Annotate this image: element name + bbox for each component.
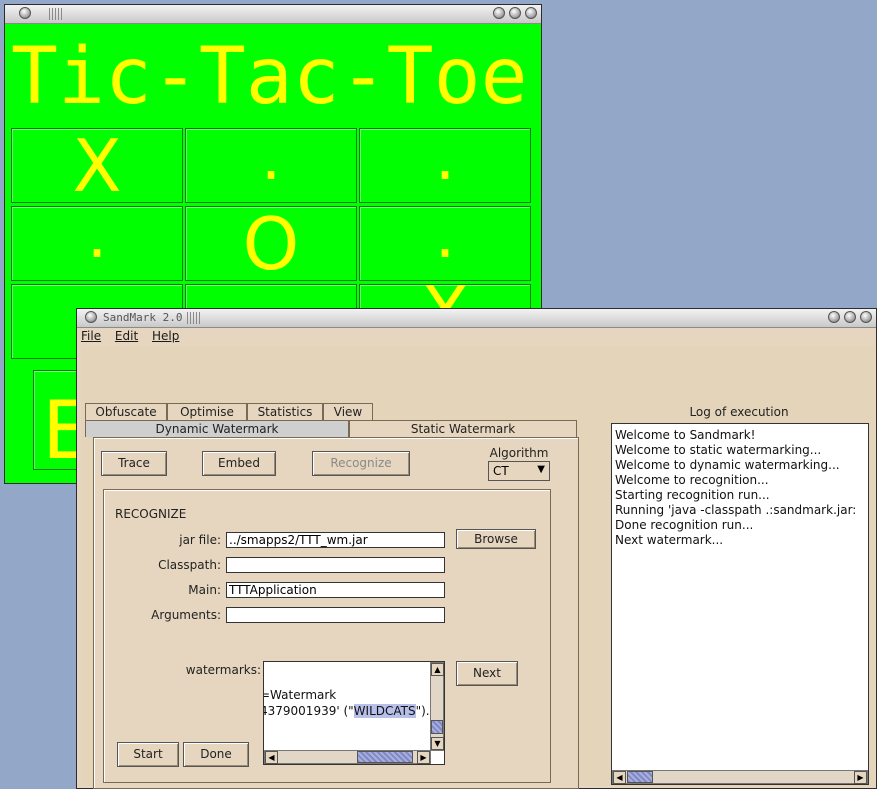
tab-obfuscate[interactable]: Obfuscate <box>85 403 167 420</box>
close-icon[interactable] <box>860 311 872 323</box>
watermarks-textarea[interactable]: =Watermark 4379001939' ("WILDCATS"). ▲ ▼… <box>263 661 445 765</box>
chevron-down-icon: ▼ <box>537 464 545 475</box>
arguments-label: Arguments: <box>151 608 221 622</box>
watermark-highlight: WILDCATS <box>353 704 416 718</box>
drag-grip-icon[interactable] <box>49 8 63 20</box>
maximize-icon[interactable] <box>509 7 521 19</box>
log-line: Welcome to recognition... <box>615 473 769 487</box>
watermarks-label: watermarks: <box>185 663 261 677</box>
log-lines: Welcome to Sandmark! Welcome to static wa… <box>615 428 855 548</box>
watermark-line-2: 4379001939' ("WILDCATS"). <box>263 704 430 719</box>
drag-grip-icon[interactable] <box>187 312 201 324</box>
arguments-field[interactable] <box>226 607 445 623</box>
log-hscroll-thumb[interactable] <box>627 771 653 783</box>
classpath-label: Classpath: <box>158 558 221 572</box>
board-cell-4[interactable]: . <box>11 206 183 281</box>
jar-file-label: jar file: <box>179 533 221 547</box>
recognize-section-title: RECOGNIZE <box>115 507 187 521</box>
log-title: Log of execution <box>689 405 789 419</box>
window-menu-icon[interactable] <box>85 311 97 323</box>
log-line: Welcome to Sandmark! <box>615 428 756 442</box>
maximize-icon[interactable] <box>844 311 856 323</box>
sandmark-window: SandMark 2.0 File Edit Help Obfuscate Op… <box>76 308 877 789</box>
tab-optimise[interactable]: Optimise <box>167 403 247 420</box>
tab-statistics[interactable]: Statistics <box>247 403 323 420</box>
tab-static-watermark[interactable]: Static Watermark <box>349 420 577 437</box>
classpath-field[interactable] <box>226 557 445 573</box>
browse-button[interactable]: Browse <box>456 529 536 549</box>
main-label: Main: <box>188 583 221 597</box>
algorithm-dropdown[interactable]: CT ▼ <box>488 461 550 481</box>
minimize-icon[interactable] <box>493 7 505 19</box>
minimize-icon[interactable] <box>828 311 840 323</box>
log-line: Starting recognition run... <box>615 488 770 502</box>
tab-view[interactable]: View <box>323 403 373 420</box>
log-line: Welcome to static watermarking... <box>615 443 822 457</box>
game-heading: Tic-Tac-Toe <box>11 32 528 122</box>
watermark-line-1: =Watermark <box>263 688 337 702</box>
window-menu-icon[interactable] <box>19 7 31 19</box>
scroll-up-icon[interactable]: ▲ <box>431 663 444 676</box>
algorithm-label: Algorithm <box>489 446 549 460</box>
embed-button[interactable]: Embed <box>202 451 276 476</box>
log-hscrollbar[interactable]: ◀ ▶ <box>612 770 868 784</box>
scroll-down-icon[interactable]: ▼ <box>431 737 444 750</box>
board-cell-3[interactable]: . <box>359 128 531 203</box>
scroll-left-icon[interactable]: ◀ <box>613 771 626 784</box>
watermark-value-text: 4379001939' (" <box>263 704 354 718</box>
algorithm-value: CT <box>493 464 509 478</box>
menu-bar: File Edit Help <box>81 329 189 347</box>
recognize-button[interactable]: Recognize <box>312 451 410 476</box>
log-line: Done recognition run... <box>615 518 754 532</box>
done-button[interactable]: Done <box>183 742 249 767</box>
main-field[interactable]: TTTApplication <box>226 582 445 598</box>
watermarks-hscrollbar[interactable]: ◀ ▶ <box>264 750 431 764</box>
watermarks-hscroll-thumb[interactable] <box>357 751 413 763</box>
tictactoe-titlebar[interactable] <box>5 5 541 24</box>
next-button[interactable]: Next <box>456 661 518 686</box>
board-cell-6[interactable]: . <box>359 206 531 281</box>
sandmark-title: SandMark 2.0 <box>103 311 183 324</box>
tab-dynamic-watermark[interactable]: Dynamic Watermark <box>85 420 349 437</box>
watermarks-vscrollbar[interactable]: ▲ ▼ <box>430 662 444 751</box>
jar-file-field[interactable]: ../smapps2/TTT_wm.jar <box>226 532 445 548</box>
log-line: Next watermark... <box>615 533 724 547</box>
trace-button[interactable]: Trace <box>101 451 167 476</box>
main-panel: Obfuscate Optimise Statistics View Dynam… <box>81 347 874 789</box>
log-line: Welcome to dynamic watermarking... <box>615 458 840 472</box>
board-cell-5[interactable]: O <box>185 206 357 281</box>
start-button[interactable]: Start <box>117 742 179 767</box>
log-panel[interactable]: Welcome to Sandmark! Welcome to static wa… <box>611 423 869 785</box>
scroll-left-icon[interactable]: ◀ <box>265 751 278 764</box>
log-line: Running 'java -classpath .:sandmark.jar:… <box>615 503 855 517</box>
menu-help[interactable]: Help <box>152 329 179 343</box>
sandmark-titlebar[interactable]: SandMark 2.0 <box>77 309 876 328</box>
watermarks-vscroll-thumb[interactable] <box>431 720 443 734</box>
board-cell-2[interactable]: . <box>185 128 357 203</box>
close-icon[interactable] <box>525 7 537 19</box>
watermark-suffix-text: "). <box>415 704 430 718</box>
menu-file[interactable]: File <box>81 329 101 343</box>
scroll-right-icon[interactable]: ▶ <box>417 751 430 764</box>
scroll-right-icon[interactable]: ▶ <box>854 771 867 784</box>
board-cell-1[interactable]: X <box>11 128 183 203</box>
menu-edit[interactable]: Edit <box>115 329 138 343</box>
